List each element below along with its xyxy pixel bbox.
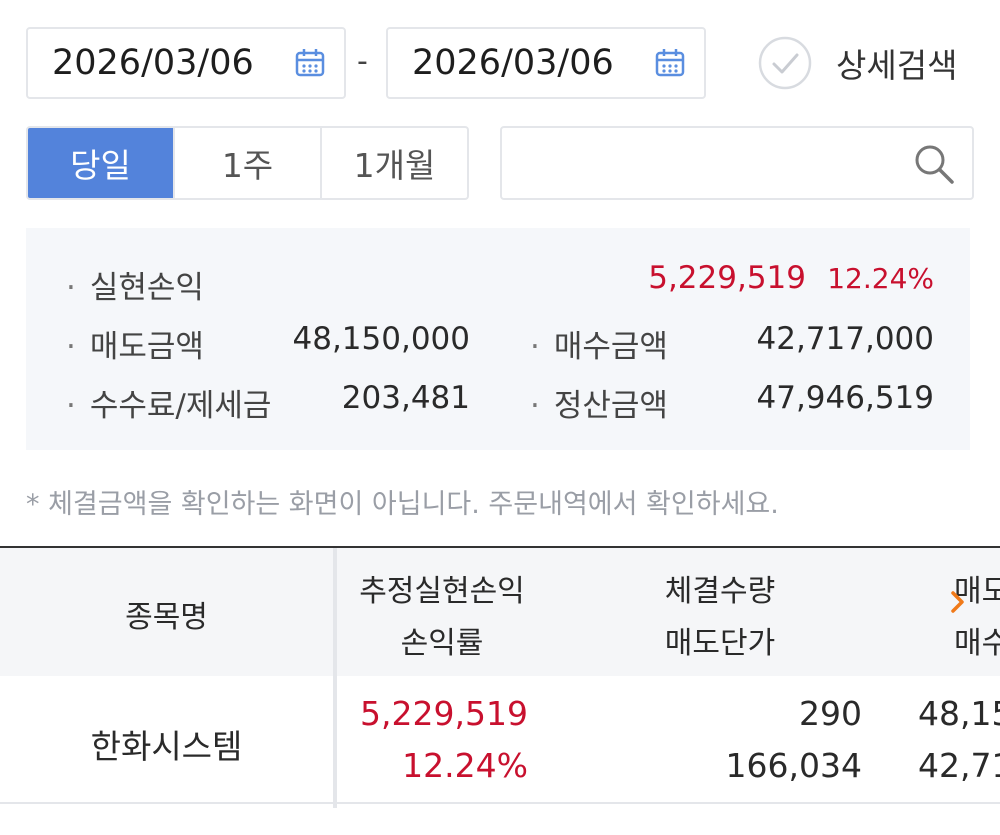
- header-buy-amount: 매수: [954, 626, 1000, 661]
- buy-amount-label: 매수금액: [530, 321, 668, 366]
- header-stock-name: 종목명: [125, 600, 208, 635]
- settlement-label: 정산금액: [530, 380, 668, 425]
- check-circle-icon[interactable]: [758, 36, 812, 90]
- realized-pl-label: 실현손익: [66, 262, 204, 307]
- fees-taxes-value: 203,481: [341, 380, 470, 416]
- calendar-icon[interactable]: [294, 47, 326, 79]
- start-date-value: 2026/03/06: [52, 43, 254, 83]
- header-est-realized-pl: 추정실현손익: [359, 574, 525, 609]
- sell-amount-value: 48,150,000: [292, 321, 471, 357]
- settlement-value: 47,946,519: [756, 380, 935, 416]
- header-sell-price: 매도단가: [664, 626, 776, 661]
- row-buy-amount: 42,71: [918, 746, 1000, 785]
- search-input[interactable]: [500, 126, 974, 200]
- start-date-field[interactable]: 2026/03/06: [26, 27, 346, 99]
- realized-pl-value: 5,229,519: [648, 260, 806, 296]
- buy-amount-value: 42,717,000: [756, 321, 935, 357]
- tab-today[interactable]: 당일: [28, 128, 175, 198]
- row-pl-rate: 12.24%: [402, 746, 528, 785]
- row-exec-qty: 290: [799, 694, 862, 733]
- sell-amount-label: 매도금액: [66, 321, 204, 366]
- notice-text: * 체결금액을 확인하는 화면이 아닙니다. 주문내역에서 확인하세요.: [26, 489, 779, 520]
- fees-taxes-label: 수수료/제세금: [66, 380, 272, 425]
- date-range-separator: -: [357, 44, 368, 79]
- header-pl-rate: 손익률: [400, 626, 484, 661]
- row-sell-amount: 48,15: [918, 694, 1000, 733]
- period-tabs: 당일 1주 1개월: [26, 126, 469, 200]
- row-stock-name: 한화시스템: [90, 727, 243, 766]
- end-date-value: 2026/03/06: [412, 43, 614, 83]
- detail-search-toggle[interactable]: 상세검색: [758, 36, 957, 90]
- detail-search-label: 상세검색: [836, 46, 958, 85]
- end-date-field[interactable]: 2026/03/06: [386, 27, 706, 99]
- summary-panel: 실현손익 5,229,519 12.24% 매도금액 48,150,000 매수…: [26, 228, 970, 450]
- header-exec-qty: 체결수량: [664, 574, 776, 609]
- calendar-icon[interactable]: [654, 47, 686, 79]
- tab-1-month[interactable]: 1개월: [322, 128, 467, 198]
- chevron-right-icon[interactable]: [948, 589, 968, 615]
- search-icon[interactable]: [912, 142, 956, 186]
- tab-1-week[interactable]: 1주: [175, 128, 322, 198]
- row-divider: [0, 802, 1000, 804]
- row-sell-price: 166,034: [725, 746, 862, 785]
- realized-pl-rate: 12.24%: [827, 262, 934, 295]
- row-est-realized-pl: 5,229,519: [360, 694, 528, 733]
